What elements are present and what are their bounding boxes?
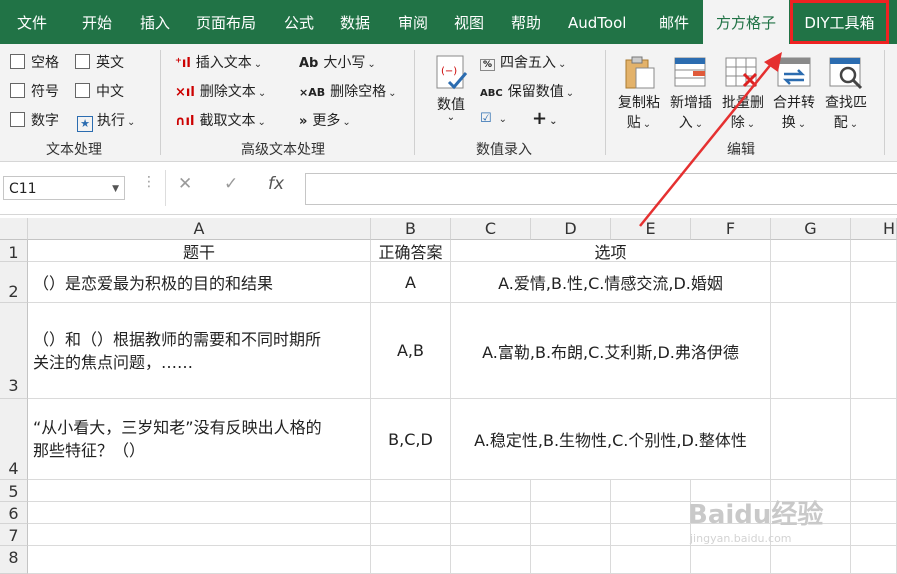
annotation-arrow	[639, 52, 782, 227]
watermark: Baidu经验	[688, 500, 824, 530]
watermark-url: jingyan.baidu.com	[690, 532, 792, 545]
